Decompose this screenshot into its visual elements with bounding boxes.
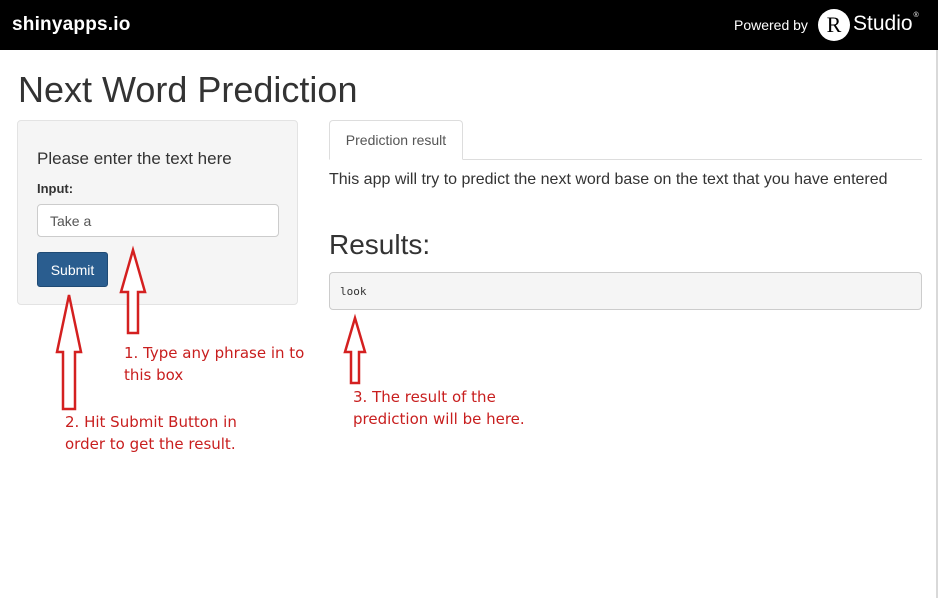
sidebar-heading: Please enter the text here (37, 149, 232, 168)
arrow-to-result-icon (343, 313, 367, 385)
rstudio-r-icon[interactable]: R (818, 9, 850, 41)
rstudio-logo-word: Studio (853, 12, 913, 35)
rstudio-logo-text[interactable]: Studio® (853, 12, 919, 36)
annotation-note-hit-submit: 2. Hit Submit Button in order to get the… (65, 413, 237, 453)
registered-mark: ® (913, 12, 919, 19)
arrow-to-submit-icon (55, 294, 83, 411)
annotation-note-result: 3. The result of the prediction will be … (353, 388, 525, 428)
brand-logo[interactable]: shinyapps.io (12, 14, 131, 36)
results-heading: Results: (329, 229, 431, 260)
top-navbar: shinyapps.io Powered by R Studio® (0, 0, 938, 50)
tab-prediction-result[interactable]: Prediction result (329, 120, 463, 160)
input-label: Input: (37, 181, 74, 196)
page-title: Next Word Prediction (18, 69, 358, 110)
sidebar-panel: Please enter the text here Input: Submit (17, 120, 298, 305)
result-output: look (329, 272, 922, 310)
powered-by-label: Powered by (734, 17, 808, 33)
app-description: This app will try to predict the next wo… (329, 171, 888, 188)
submit-button[interactable]: Submit (37, 252, 108, 287)
phrase-input[interactable] (37, 204, 279, 237)
annotation-note-type-phrase: 1. Type any phrase in to this box (124, 344, 305, 384)
